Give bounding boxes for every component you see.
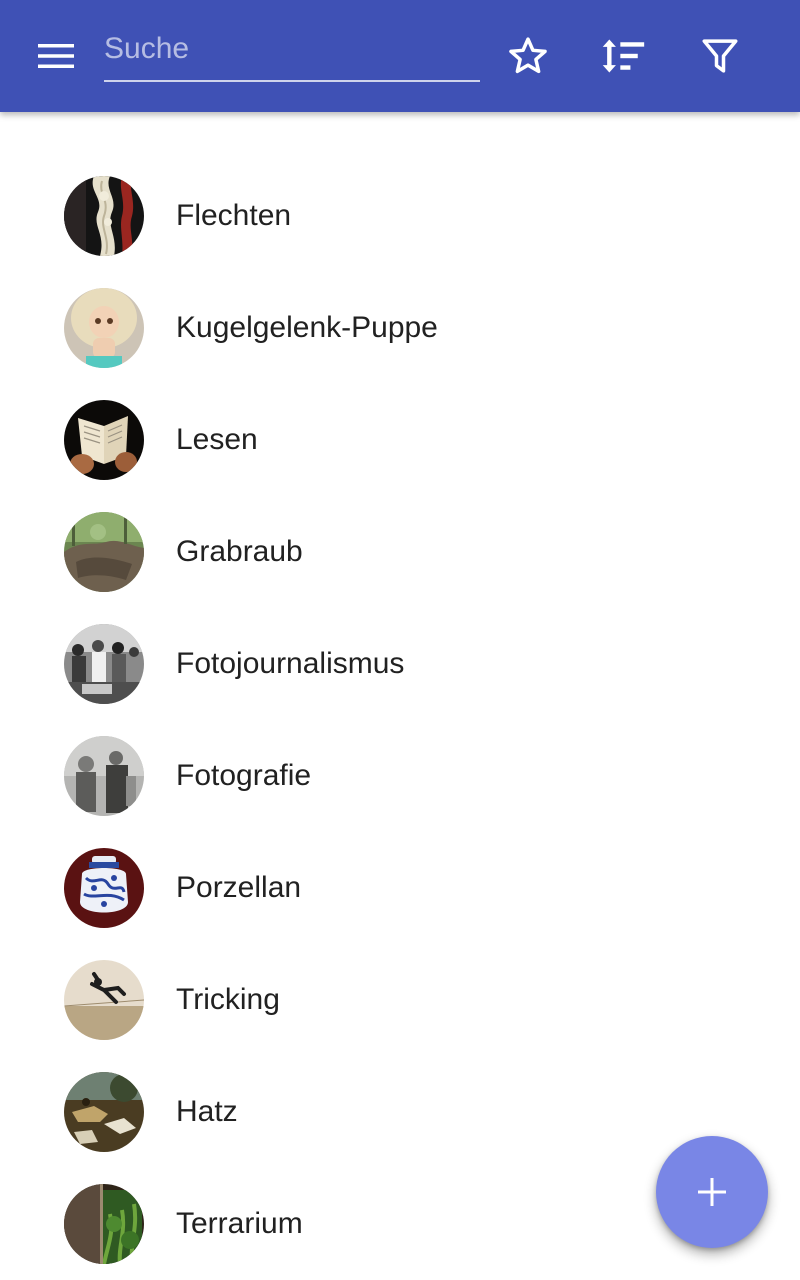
add-button[interactable] xyxy=(656,1136,768,1248)
crowd-bw-avatar xyxy=(64,624,144,704)
item-label: Lesen xyxy=(176,423,258,456)
list-item[interactable]: Flechten xyxy=(0,160,800,272)
star-outline-icon xyxy=(509,37,547,74)
filter-button[interactable] xyxy=(686,22,754,90)
item-label: Terrarium xyxy=(176,1207,303,1240)
terrarium-avatar xyxy=(64,1184,144,1264)
plus-icon xyxy=(698,1178,726,1206)
item-label: Hatz xyxy=(176,1095,238,1128)
hunting-painting-avatar xyxy=(64,1072,144,1152)
doll-avatar xyxy=(64,288,144,368)
sort-button[interactable] xyxy=(590,22,658,90)
list-item[interactable]: Porzellan xyxy=(0,832,800,944)
item-label: Grabraub xyxy=(176,535,303,568)
list-item[interactable]: Kugelgelenk-Puppe xyxy=(0,272,800,384)
open-book-avatar xyxy=(64,400,144,480)
item-label: Fotografie xyxy=(176,759,312,792)
search-input[interactable] xyxy=(104,24,480,80)
top-app-bar xyxy=(0,0,800,112)
braided-yarn-avatar xyxy=(64,176,144,256)
list-item[interactable]: Grabraub xyxy=(0,496,800,608)
list-item[interactable]: Fotojournalismus xyxy=(0,608,800,720)
item-label: Fotojournalismus xyxy=(176,647,405,680)
vintage-portrait-avatar xyxy=(64,736,144,816)
search-field xyxy=(104,24,480,82)
item-label: Porzellan xyxy=(176,871,302,904)
list-item[interactable]: Tricking xyxy=(0,944,800,1056)
menu-icon xyxy=(38,44,74,68)
filter-icon xyxy=(702,39,738,73)
hobby-list: Flechten Kugelgelenk-Puppe Lesen Grabrau… xyxy=(0,160,800,1280)
item-label: Tricking xyxy=(176,983,280,1016)
acrobat-jump-avatar xyxy=(64,960,144,1040)
favorites-button[interactable] xyxy=(494,22,562,90)
app-screen: Flechten Kugelgelenk-Puppe xyxy=(0,0,800,1280)
item-label: Kugelgelenk-Puppe xyxy=(176,311,438,344)
list-item[interactable]: Fotografie xyxy=(0,720,800,832)
item-label: Flechten xyxy=(176,199,292,232)
menu-button[interactable] xyxy=(22,22,90,90)
sort-icon xyxy=(602,39,645,73)
forest-grave-avatar xyxy=(64,512,144,592)
list-item[interactable]: Lesen xyxy=(0,384,800,496)
porcelain-jar-avatar xyxy=(64,848,144,928)
